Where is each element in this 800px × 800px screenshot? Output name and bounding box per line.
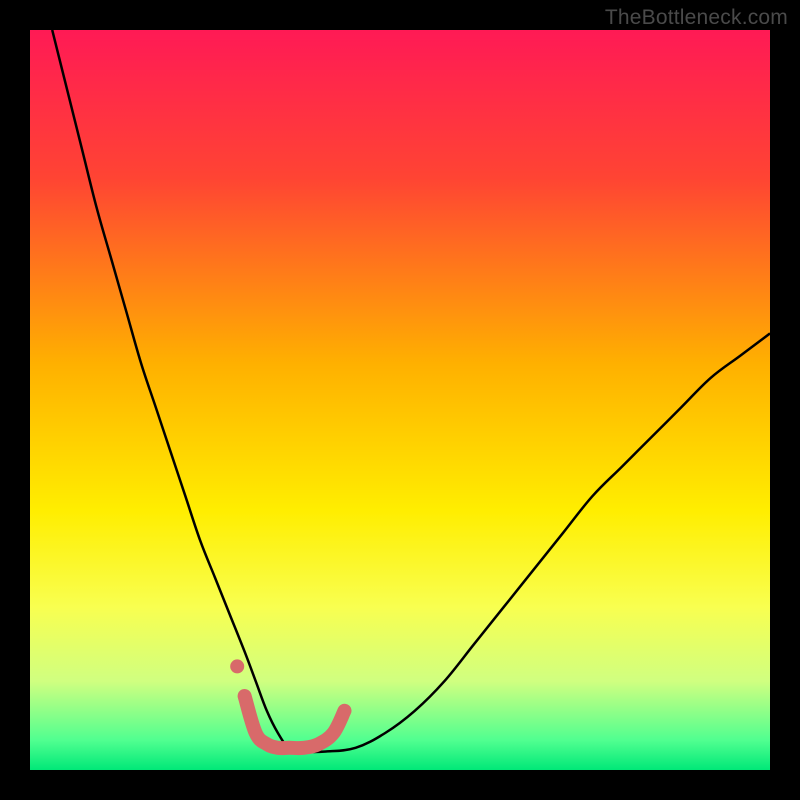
chart-markers xyxy=(230,659,244,673)
bottleneck-chart xyxy=(30,30,770,770)
marker-dot xyxy=(230,659,244,673)
watermark-text: TheBottleneck.com xyxy=(605,6,788,30)
chart-svg xyxy=(30,30,770,770)
chart-background xyxy=(30,30,770,770)
